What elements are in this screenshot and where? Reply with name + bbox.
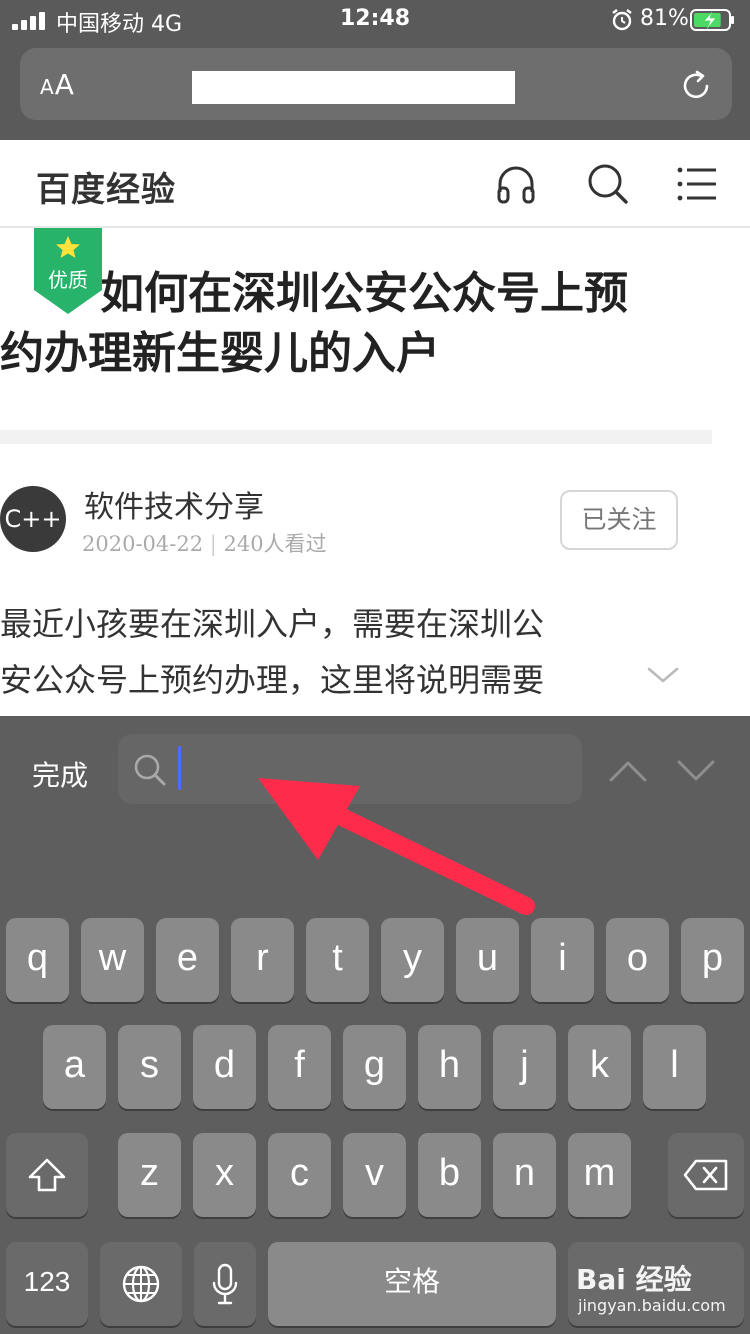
key-b[interactable]: b: [418, 1133, 481, 1217]
badge-label: 优质: [48, 268, 88, 292]
done-button[interactable]: 完成: [32, 754, 88, 794]
watermark-url: jingyan.baidu.com: [578, 1296, 726, 1315]
site-header: 百度经验: [0, 140, 750, 228]
backspace-key[interactable]: [668, 1133, 744, 1217]
globe-key[interactable]: [100, 1242, 182, 1326]
key-q[interactable]: q: [6, 918, 69, 1002]
key-p[interactable]: p: [681, 918, 744, 1002]
key-m[interactable]: m: [568, 1133, 631, 1217]
key-n[interactable]: n: [493, 1133, 556, 1217]
key-o[interactable]: o: [606, 918, 669, 1002]
key-j[interactable]: j: [493, 1025, 556, 1109]
view-count: 240人看过: [223, 532, 327, 556]
search-icon[interactable]: [586, 162, 630, 206]
numbers-key[interactable]: 123: [6, 1242, 88, 1326]
microphone-key[interactable]: [194, 1242, 256, 1326]
menu-icon[interactable]: [676, 162, 720, 206]
section-divider: [0, 430, 712, 444]
shift-key[interactable]: [6, 1133, 88, 1217]
key-z[interactable]: z: [118, 1133, 181, 1217]
key-l[interactable]: l: [643, 1025, 706, 1109]
publish-date: 2020-04-22: [82, 532, 204, 556]
author-name[interactable]: 软件技术分享: [84, 482, 264, 526]
search-icon: [134, 754, 166, 786]
key-a[interactable]: a: [43, 1025, 106, 1109]
battery-percent: 81%: [640, 6, 689, 31]
key-s[interactable]: s: [118, 1025, 181, 1109]
key-w[interactable]: w: [81, 918, 144, 1002]
article-meta: 2020-04-22 | 240人看过: [82, 532, 327, 556]
address-bar[interactable]: AA: [20, 48, 732, 120]
battery-charging-icon: [690, 9, 734, 31]
key-v[interactable]: v: [343, 1133, 406, 1217]
article: 如何在深圳公安公众号上预 约办理新生婴儿的入户 优质 C++ 软件技术分享 20…: [0, 228, 750, 716]
key-e[interactable]: e: [156, 918, 219, 1002]
key-i[interactable]: i: [531, 918, 594, 1002]
expand-chevron-icon[interactable]: [646, 664, 680, 686]
intro-line: 最近小孩要在深圳入户，需要在深圳公: [0, 605, 545, 643]
article-title-line2: 约办理新生婴儿的入户: [0, 328, 440, 379]
key-g[interactable]: g: [343, 1025, 406, 1109]
baidu-jingyan-watermark: Bai 经验 jingyan.baidu.com: [560, 1252, 740, 1320]
url-text[interactable]: [192, 71, 515, 104]
browser-toolbar: AA: [0, 42, 750, 140]
key-c[interactable]: c: [268, 1133, 331, 1217]
watermark-logo: Bai 经验: [576, 1263, 692, 1296]
key-f[interactable]: f: [268, 1025, 331, 1109]
key-h[interactable]: h: [418, 1025, 481, 1109]
backspace-icon: [683, 1159, 728, 1191]
article-intro: 最近小孩要在深圳入户，需要在深圳公 安公众号上预约办理，这里将说明需要: [0, 596, 640, 708]
quality-badge: 优质: [34, 228, 102, 314]
site-logo[interactable]: 百度经验: [36, 162, 176, 211]
intro-line: 安公众号上预约办理，这里将说明需要: [0, 661, 545, 699]
article-title-line1: 如何在深圳公安公众号上预: [100, 268, 628, 319]
status-bar: 中国移动 4G 12:48 81%: [0, 0, 750, 42]
text-size-button[interactable]: AA: [40, 68, 75, 101]
article-title: 如何在深圳公安公众号上预 约办理新生婴儿的入户: [0, 264, 720, 384]
key-d[interactable]: d: [193, 1025, 256, 1109]
microphone-icon: [212, 1263, 238, 1305]
shift-icon: [28, 1158, 66, 1192]
chevron-up-icon[interactable]: [608, 758, 648, 784]
avatar[interactable]: C++: [0, 486, 66, 552]
annotation-arrow: [258, 778, 535, 915]
alarm-icon: [612, 9, 632, 31]
key-x[interactable]: x: [193, 1133, 256, 1217]
globe-icon: [122, 1265, 160, 1303]
reload-icon[interactable]: [678, 68, 714, 104]
text-caret: [178, 746, 181, 790]
space-key[interactable]: 空格: [268, 1242, 556, 1326]
key-k[interactable]: k: [568, 1025, 631, 1109]
follow-button[interactable]: 已关注: [560, 490, 678, 550]
headphones-icon[interactable]: [494, 162, 538, 206]
chevron-down-icon[interactable]: [676, 758, 716, 784]
clock: 12:48: [339, 6, 411, 31]
